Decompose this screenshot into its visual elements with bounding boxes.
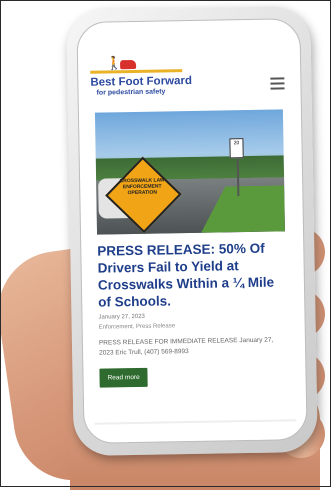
- pedestrian-and-car-icon: 🚶: [90, 54, 230, 74]
- hamburger-menu-icon[interactable]: [270, 77, 285, 90]
- sign-text: CROSSWALK LAW ENFORCEMENT OPERATION: [119, 177, 165, 197]
- logo-underline: [90, 69, 183, 74]
- read-more-button[interactable]: Read more: [99, 367, 148, 388]
- phone-device: 🚶 Best Foot Forward for pedestrian safet…: [66, 5, 318, 457]
- post-date: January 27, 2023: [98, 313, 145, 321]
- speed-limit-sign: 20: [229, 138, 244, 159]
- next-card-edge: [94, 419, 297, 425]
- phone-screen: 🚶 Best Foot Forward for pedestrian safet…: [76, 18, 308, 444]
- post-excerpt: PRESS RELEASE FOR IMMEDIATE RELEASE Janu…: [98, 336, 274, 357]
- post-hero-image[interactable]: CROSSWALK LAW ENFORCEMENT OPERATION 20: [94, 109, 286, 235]
- post-card: CROSSWALK LAW ENFORCEMENT OPERATION 20 P…: [89, 109, 294, 412]
- site-logo[interactable]: 🚶 Best Foot Forward for pedestrian safet…: [90, 54, 231, 97]
- site-header: 🚶 Best Foot Forward for pedestrian safet…: [77, 19, 300, 103]
- post-categories[interactable]: Enforcement, Press Release: [99, 321, 287, 330]
- logo-subtitle: for pedestrian safety: [96, 88, 166, 97]
- post-title[interactable]: PRESS RELEASE: 50% Of Drivers Fail to Yi…: [97, 239, 286, 310]
- car-icon: [120, 59, 137, 70]
